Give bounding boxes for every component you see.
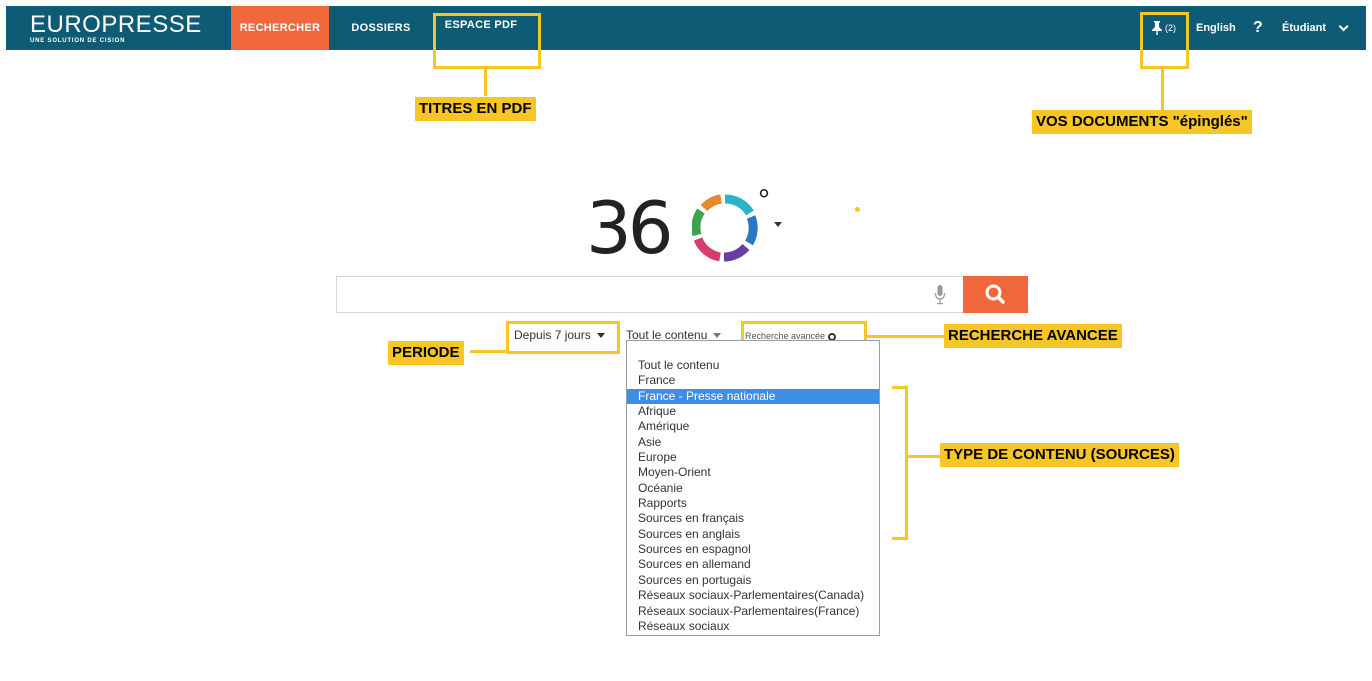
connector-line: [1161, 68, 1164, 110]
dropdown-option[interactable]: Sources en français: [627, 511, 879, 526]
dropdown-option[interactable]: Sources en portugais: [627, 573, 879, 588]
content-type-dropdown[interactable]: Tout le contenu France France - Presse nat…: [626, 340, 880, 636]
bracket-bottom: [892, 537, 908, 540]
dropdown-option[interactable]: Rapports: [627, 496, 879, 511]
dropdown-option[interactable]: Réseaux sociaux: [627, 619, 879, 634]
annotation-periode: PERIODE: [388, 341, 464, 365]
dropdown-option[interactable]: Sources en espagnol: [627, 542, 879, 557]
annotation-vos-documents: VOS DOCUMENTS "épinglés": [1032, 110, 1252, 134]
connector-line: [907, 455, 941, 458]
connector-line: [470, 350, 507, 353]
annotation-type-contenu: TYPE DE CONTENU (SOURCES): [940, 443, 1179, 467]
highlight-espace-pdf: [433, 13, 541, 69]
search-icon: [985, 284, 1005, 304]
annotation-titres-pdf: TITRES EN PDF: [415, 97, 536, 121]
europresse-logo[interactable]: EUROPRESSE UNE SOLUTION DE CISION: [30, 11, 202, 45]
brand-360-text: 36: [586, 186, 674, 270]
highlight-pinned: [1140, 12, 1189, 69]
search-button[interactable]: [963, 276, 1028, 313]
dropdown-option[interactable]: Asie: [627, 435, 879, 450]
nav-rechercher[interactable]: RECHERCHER: [231, 6, 329, 50]
decorative-dot: [855, 207, 860, 212]
dropdown-option[interactable]: Tout le contenu: [627, 358, 879, 373]
dropdown-option[interactable]: Afrique: [627, 404, 879, 419]
dropdown-option[interactable]: Amérique: [627, 419, 879, 434]
help-icon[interactable]: ?: [1253, 6, 1263, 50]
connector-line: [484, 68, 487, 96]
caret-down-icon[interactable]: [774, 222, 782, 227]
dropdown-option[interactable]: France - Presse nationale: [627, 388, 879, 405]
logo-subtitle: UNE SOLUTION DE CISION: [30, 38, 126, 44]
dropdown-option[interactable]: Réseaux sociaux-Parlementaires(France): [627, 604, 879, 619]
bracket-line: [905, 386, 908, 540]
dropdown-option[interactable]: Moyen-Orient: [627, 465, 879, 480]
chevron-down-icon: [1338, 20, 1349, 31]
dropdown-option[interactable]: Océanie: [627, 481, 879, 496]
color-ring-icon: [692, 194, 758, 262]
caret-down-icon: [713, 333, 722, 339]
brand-360-degree: °: [758, 184, 770, 217]
language-link[interactable]: English: [1196, 6, 1236, 50]
connector-line: [866, 335, 944, 338]
user-menu[interactable]: Étudiant: [1282, 6, 1349, 50]
dropdown-option[interactable]: France: [627, 373, 879, 388]
annotation-recherche-avancee: RECHERCHE AVANCEE: [944, 324, 1122, 348]
brand-360-logo[interactable]: 36 °: [586, 184, 796, 270]
dropdown-option[interactable]: Sources en allemand: [627, 557, 879, 572]
dropdown-option[interactable]: Europe: [627, 450, 879, 465]
logo-title: EUROPRESSE: [30, 11, 202, 38]
nav-dossiers[interactable]: DOSSIERS: [346, 6, 416, 50]
dropdown-option[interactable]: Réseaux sociaux-Parlementaires(Canada): [627, 588, 879, 603]
microphone-icon[interactable]: [935, 285, 945, 305]
search-input[interactable]: [336, 276, 964, 313]
dropdown-option[interactable]: Sources en anglais: [627, 527, 879, 542]
highlight-periode: [506, 321, 620, 354]
user-name: Étudiant: [1282, 22, 1326, 34]
